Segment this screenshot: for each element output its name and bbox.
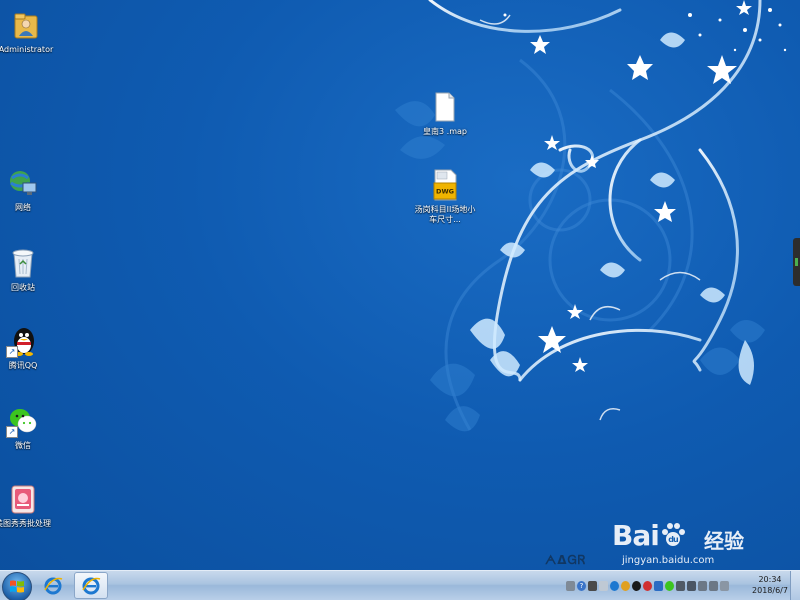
network-tray-icon[interactable] — [687, 581, 696, 591]
desktop-file-map[interactable]: 皇南3 .map — [414, 90, 476, 137]
desktop-icon-label: 微信 — [15, 441, 31, 450]
dwg-badge-text: DWG — [436, 188, 454, 196]
desktop-icon-wechat[interactable]: ↗ 微信 — [0, 404, 52, 451]
floral-wallpaper-art — [395, 0, 787, 432]
flag-icon[interactable] — [720, 581, 729, 591]
clock-time: 20:34 — [758, 575, 782, 584]
svg-text:du: du — [668, 535, 679, 544]
shortcut-arrow-icon: ↗ — [6, 346, 18, 358]
desktop-icon-label: 美图秀秀批处理 — [0, 519, 51, 528]
taskbar-ie-window[interactable] — [74, 572, 108, 599]
desktop-icon-recycle-bin[interactable]: 回收站 — [0, 246, 52, 293]
qq-penguin-icon: ↗ — [6, 324, 40, 358]
flower-app-icon[interactable] — [621, 581, 630, 591]
system-tray: ? — [566, 575, 729, 597]
watermark-cn: 经验 — [704, 529, 744, 553]
wechat-tray-icon[interactable] — [665, 581, 674, 591]
volume-icon[interactable] — [709, 581, 718, 591]
windows-logo-icon — [10, 580, 24, 593]
microphone-icon[interactable] — [588, 581, 597, 591]
qq-tray-icon[interactable] — [632, 581, 641, 591]
shortcut-arrow-icon: ↗ — [6, 426, 18, 438]
tray-arrow-icon[interactable] — [599, 581, 608, 591]
taskbar-ie-pinned[interactable] — [36, 572, 70, 599]
recycle-bin-icon — [6, 246, 40, 280]
watermark-brand: Bai du — [612, 519, 687, 552]
wechat-icon: ↗ — [6, 404, 40, 438]
baidu-watermark: Bai du 经验 jingyan.baidu.com — [612, 515, 772, 570]
watermark-url: jingyan.baidu.com — [622, 555, 715, 566]
battery-icon[interactable] — [698, 581, 707, 591]
desktop-file-dwg[interactable]: DWG 汤岗科目II场地小车尺寸... — [414, 168, 476, 225]
desktop-icon-label: 网络 — [15, 203, 31, 212]
internet-explorer-icon — [82, 577, 101, 594]
obscured-text: ᗅᐃᏀᏒ — [545, 553, 587, 567]
dwg-file-icon: DWG — [428, 168, 462, 202]
network-globe-icon — [6, 166, 40, 200]
desktop-icon-label: Administrator — [0, 45, 54, 54]
blank-file-icon — [428, 90, 462, 124]
desktop-icon-administrator[interactable]: Administrator — [0, 8, 55, 55]
help-icon[interactable]: ? — [577, 581, 586, 591]
desktop-icon-label: 腾讯QQ — [8, 361, 38, 370]
desktop-icon-label: 回收站 — [11, 283, 35, 292]
desktop[interactable]: Administrator 网络 回收站 ↗ 腾讯QQ ↗ 微信 美图秀秀批处理… — [0, 0, 800, 600]
meitu-icon — [6, 482, 40, 516]
desktop-icon-network[interactable]: 网络 — [0, 166, 52, 213]
taskbar: ? 20:34 2018/6/7 — [0, 570, 800, 600]
keyboard-icon[interactable] — [566, 581, 575, 591]
antivirus-icon[interactable] — [643, 581, 652, 591]
shield-security-icon[interactable] — [610, 581, 619, 591]
sidebar-handle[interactable] — [793, 238, 800, 286]
monitor-icon[interactable] — [676, 581, 685, 591]
start-button[interactable] — [2, 572, 32, 600]
show-desktop-button[interactable] — [790, 571, 800, 600]
internet-explorer-icon — [44, 577, 63, 594]
taskbar-clock[interactable]: 20:34 2018/6/7 — [752, 574, 788, 596]
desktop-icon-qq[interactable]: ↗ 腾讯QQ — [0, 324, 52, 371]
desktop-file-label: 汤岗科目II场地小车尺寸... — [414, 205, 476, 224]
user-folder-icon — [9, 8, 43, 42]
desktop-file-label: 皇南3 .map — [423, 127, 467, 136]
defender-shield-icon[interactable] — [654, 581, 663, 591]
clock-date: 2018/6/7 — [752, 586, 788, 595]
desktop-icon-meitu[interactable]: 美图秀秀批处理 — [0, 482, 52, 529]
paw-icon: du — [660, 522, 686, 548]
